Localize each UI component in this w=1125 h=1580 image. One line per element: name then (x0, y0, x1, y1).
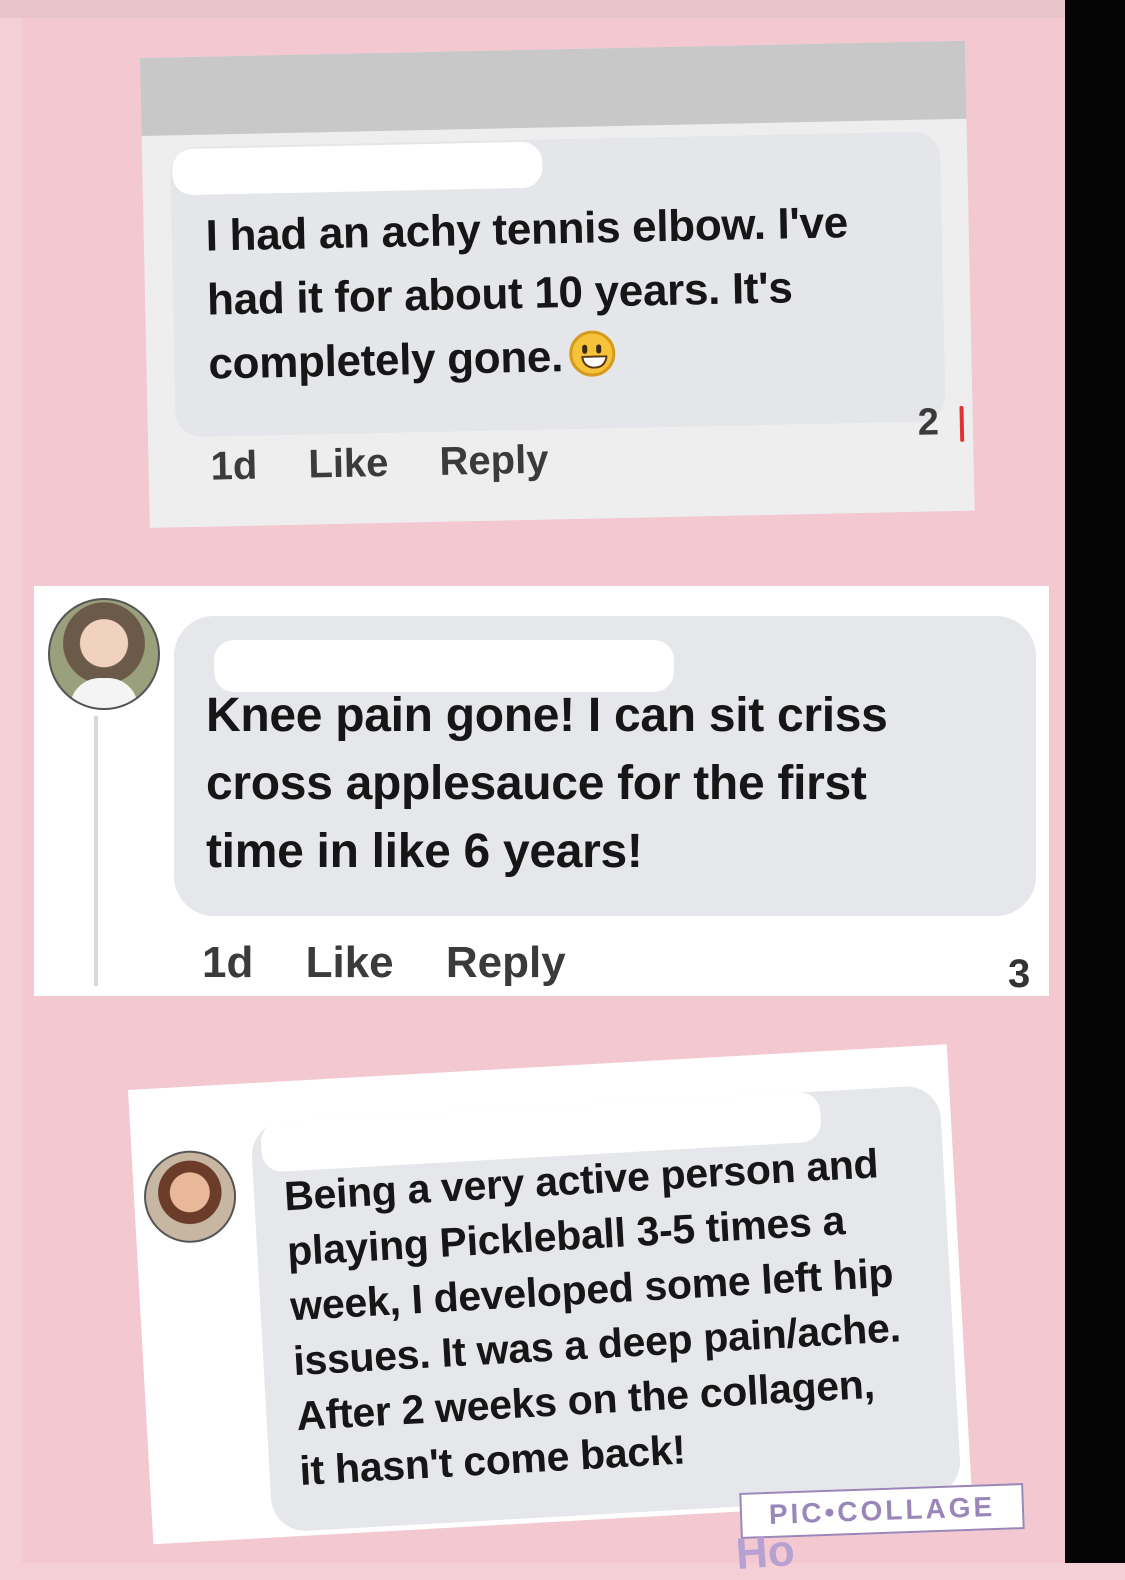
comment-card-3: Being a very active person and playing P… (128, 1044, 973, 1545)
avatar[interactable] (141, 1148, 239, 1246)
comment-card-1: I had an achy tennis elbow. I've had it … (140, 40, 975, 528)
comment-line: Knee pain gone! I can sit criss (206, 689, 888, 742)
reaction-count: 3 (1008, 952, 1031, 996)
like-button[interactable]: Like (308, 441, 389, 487)
grinning-face-icon (568, 330, 616, 378)
avatar[interactable] (48, 598, 160, 710)
comment-line: completely gone. (207, 332, 564, 389)
card-header-bar (140, 40, 967, 136)
reply-button[interactable]: Reply (446, 938, 566, 987)
reply-button[interactable]: Reply (439, 438, 549, 484)
top-strip (0, 0, 1065, 18)
comment-text: Being a very active person and playing P… (283, 1133, 960, 1499)
comment-text: Knee pain gone! I can sit criss cross ap… (206, 682, 1036, 886)
avatar-shirt (70, 678, 138, 708)
timestamp: 1d (202, 938, 254, 987)
reaction-count: 2 (917, 401, 940, 444)
thread-line (94, 716, 98, 986)
like-button[interactable]: Like (306, 938, 394, 987)
watermark-fragment: Ho (734, 1526, 797, 1579)
reaction-icon (959, 405, 965, 442)
comment-line: cross applesauce for the first (206, 757, 867, 810)
comment-actions: 1d Like Reply (202, 938, 606, 988)
timestamp: 1d (210, 443, 258, 489)
right-black-bar (1065, 0, 1125, 1563)
comment-line: time in like 6 years! (206, 825, 643, 878)
redacted-name (171, 141, 543, 196)
comment-text: I had an achy tennis elbow. I've had it … (205, 189, 949, 396)
comment-card-2: Knee pain gone! I can sit criss cross ap… (34, 586, 1049, 996)
comment-actions: 1d Like Reply (210, 437, 589, 490)
